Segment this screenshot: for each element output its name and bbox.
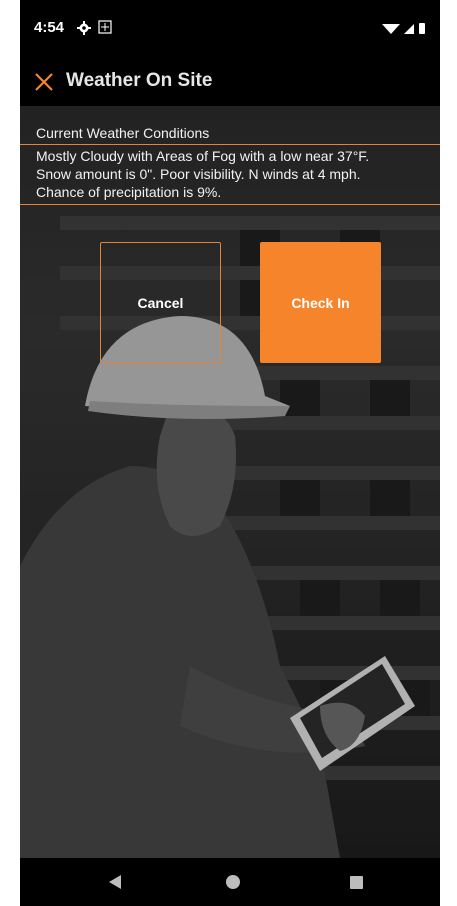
app-notification-icon	[98, 20, 112, 34]
navigation-bar	[20, 858, 440, 906]
background-photo	[20, 106, 440, 858]
check-in-button[interactable]: Check In	[260, 242, 381, 363]
back-icon[interactable]	[108, 874, 122, 890]
weather-line-2: Snow amount is 0". Poor visibility. N wi…	[36, 166, 361, 182]
weather-line-1: Mostly Cloudy with Areas of Fog with a l…	[36, 148, 370, 164]
weather-description: Mostly Cloudy with Areas of Fog with a l…	[20, 144, 440, 205]
wifi-icon	[382, 24, 400, 34]
weather-panel: Current Weather Conditions Mostly Cloudy…	[20, 122, 440, 205]
page-title: Weather On Site	[66, 70, 213, 91]
app-bar: Weather On Site	[20, 58, 440, 106]
status-bar: 4:54	[20, 0, 440, 58]
cancel-button[interactable]: Cancel	[100, 242, 221, 363]
home-icon[interactable]	[226, 875, 240, 889]
phone-screen: 4:54 Weather On Site Current Weather Con…	[20, 0, 440, 906]
weather-line-3: Chance of precipitation is 9%.	[36, 184, 222, 200]
weather-heading: Current Weather Conditions	[36, 125, 210, 141]
status-right-icons	[382, 23, 425, 34]
recent-apps-icon[interactable]	[350, 876, 363, 889]
gear-icon	[77, 21, 91, 35]
status-time: 4:54	[34, 19, 65, 36]
signal-icon	[404, 24, 414, 34]
close-icon[interactable]	[33, 71, 55, 93]
battery-icon	[419, 23, 425, 34]
content-area: Current Weather Conditions Mostly Cloudy…	[20, 106, 440, 858]
